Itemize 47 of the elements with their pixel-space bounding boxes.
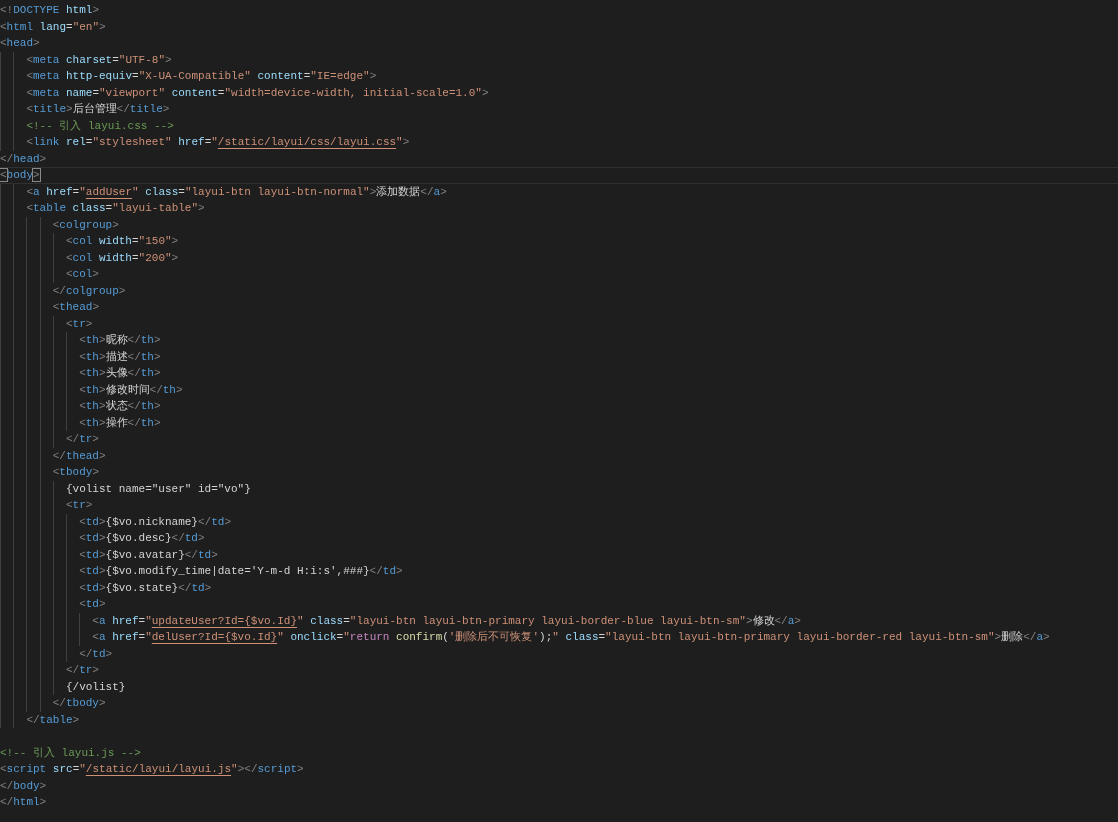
code-line: </body> — [0, 778, 47, 794]
code-line: <link rel="stylesheet" href="/static/layui/css/layui.css"> — [26, 135, 410, 150]
code-line: </td> — [79, 646, 113, 662]
code-line: <th>操作</th> — [79, 415, 161, 431]
code-line: <td>{$vo.avatar}</td> — [79, 547, 218, 563]
code-line: </tbody> — [52, 696, 106, 711]
code-line: <a href="delUser?Id={$vo.Id}" onclick="return confirm('删除后不可恢复');" class="layui-btn layui-btn-primary layui-border-red layui-btn-sm">删除</a> — [92, 630, 1050, 645]
code-line: <a href="addUser" class="layui-btn layui-btn-normal">添加数据</a> — [26, 184, 447, 200]
code-line: <a href="updateUser?Id={$vo.Id}" class="layui-btn layui-btn-primary layui-border-blue layui-btn-sm">修改</a> — [92, 613, 801, 629]
code-line: <head> — [0, 36, 40, 51]
code-line: <!-- 引入 layui.js --> — [0, 745, 141, 761]
code-line: <tr> — [65, 498, 93, 513]
code-line: </tr> — [65, 663, 99, 678]
code-line: <td>{$vo.desc}</td> — [79, 531, 205, 546]
code-line: <meta charset="UTF-8"> — [26, 52, 172, 68]
code-line: <col> — [65, 267, 99, 282]
code-line: <html lang="en"> — [0, 19, 106, 35]
code-line: <col width="150"> — [65, 234, 179, 249]
code-line: <script src="/static/layui/layui.js"></script> — [0, 762, 304, 777]
code-line: {volist name="user" id="vo"} — [65, 481, 251, 497]
code-line: <td>{$vo.state}</td> — [79, 580, 212, 596]
code-line: </html> — [0, 795, 47, 810]
code-line: <th>修改时间</th> — [79, 382, 183, 398]
code-line: <tbody> — [52, 465, 99, 480]
code-line: <meta http-equiv="X-UA-Compatible" content="IE=edge"> — [26, 69, 377, 84]
code-line: <td>{$vo.modify_time|date='Y-m-d H:i:s',###}</td> — [79, 564, 403, 579]
code-line: <!-- 引入 layui.css --> — [26, 118, 174, 134]
code-line: <th>头像</th> — [79, 366, 161, 381]
code-line: <colgroup> — [52, 217, 119, 233]
code-line: {/volist} — [65, 679, 126, 695]
code-line: <meta name="viewport" content="width=device-width, initial-scale=1.0"> — [26, 85, 489, 101]
code-line: <tr> — [65, 316, 93, 332]
code-line: </colgroup> — [52, 283, 126, 299]
code-line: <col width="200"> — [65, 250, 179, 266]
code-line: <thead> — [52, 300, 99, 315]
code-line: <td> — [79, 597, 106, 612]
code-line: <th>昵称</th> — [79, 333, 161, 348]
code-line: <th>状态</th> — [79, 399, 161, 414]
code-line: </tr> — [65, 432, 99, 447]
code-line: </head> — [0, 151, 47, 167]
code-line: <title>后台管理</title> — [26, 102, 170, 117]
code-line: <td>{$vo.nickname}</td> — [79, 514, 231, 530]
code-line: <!DOCTYPE html> — [0, 3, 100, 18]
code-line: <table class="layui-table"> — [26, 201, 205, 216]
code-line: </table> — [26, 712, 80, 728]
code-line: <th>描述</th> — [79, 349, 161, 365]
code-line: </thead> — [52, 448, 106, 464]
